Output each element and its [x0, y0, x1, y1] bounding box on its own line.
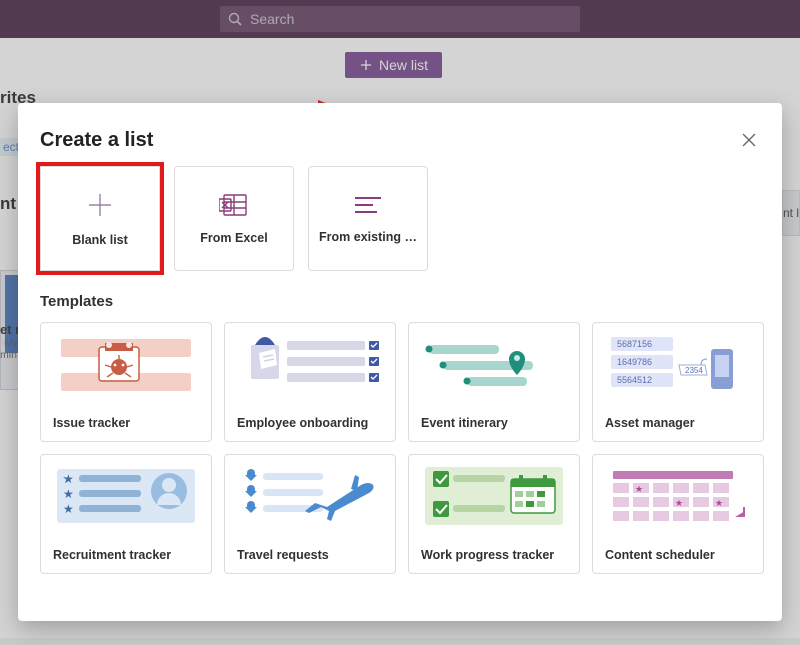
templates-grid: Issue tracker: [40, 322, 760, 574]
template-label: Work progress tracker: [409, 537, 579, 573]
recruitment-icon: ★ ★ ★: [51, 461, 201, 531]
template-event-itinerary[interactable]: Event itinerary: [408, 322, 580, 442]
template-content-scheduler[interactable]: ★ ★ ★ Content scheduler: [592, 454, 764, 574]
template-label: Issue tracker: [41, 405, 211, 441]
template-label: Event itinerary: [409, 405, 579, 441]
asset-manager-icon: 5687156 1649786 5564512 2354: [603, 329, 753, 399]
svg-text:5564512: 5564512: [617, 375, 652, 385]
template-thumb: 5687156 1649786 5564512 2354: [593, 323, 763, 405]
template-thumb: [41, 323, 211, 405]
excel-icon: [219, 193, 249, 217]
option-from-existing[interactable]: From existing …: [308, 166, 428, 271]
template-label: Content scheduler: [593, 537, 763, 573]
template-work-progress[interactable]: Work progress tracker: [408, 454, 580, 574]
svg-text:1649786: 1649786: [617, 357, 652, 367]
onboarding-icon: [235, 329, 385, 399]
scheduler-icon: ★ ★ ★: [603, 461, 753, 531]
modal-title: Create a list: [40, 129, 760, 152]
template-issue-tracker[interactable]: Issue tracker: [40, 322, 212, 442]
template-label: Travel requests: [225, 537, 395, 573]
template-recruitment-tracker[interactable]: ★ ★ ★ Recruitment tracker: [40, 454, 212, 574]
svg-text:2354: 2354: [685, 366, 703, 375]
template-thumb: [409, 323, 579, 405]
template-thumb: [409, 455, 579, 537]
progress-icon: [419, 461, 569, 531]
svg-text:★: ★: [675, 498, 683, 508]
option-existing-label: From existing …: [319, 230, 417, 244]
svg-text:★: ★: [63, 487, 74, 501]
template-label: Recruitment tracker: [41, 537, 211, 573]
svg-text:★: ★: [63, 502, 74, 516]
option-excel-label: From Excel: [200, 231, 267, 245]
travel-icon: [235, 461, 385, 531]
option-blank-label: Blank list: [72, 233, 128, 247]
template-travel-requests[interactable]: Travel requests: [224, 454, 396, 574]
option-from-excel[interactable]: From Excel: [174, 166, 294, 271]
itinerary-icon: [419, 329, 569, 399]
plus-icon: [86, 191, 114, 219]
list-icon: [353, 194, 383, 216]
template-thumb: ★ ★ ★: [593, 455, 763, 537]
option-blank-list[interactable]: Blank list: [40, 166, 160, 271]
svg-text:5687156: 5687156: [617, 339, 652, 349]
svg-text:★: ★: [715, 498, 723, 508]
svg-text:★: ★: [63, 472, 74, 486]
svg-text:★: ★: [635, 484, 643, 494]
close-button[interactable]: [742, 133, 756, 152]
create-list-modal: Create a list Blank list From Excel: [18, 103, 782, 621]
template-thumb: [225, 323, 395, 405]
create-options-row: Blank list From Excel From existing …: [40, 166, 760, 271]
template-label: Asset manager: [593, 405, 763, 441]
template-asset-manager[interactable]: 5687156 1649786 5564512 2354 Asset manag…: [592, 322, 764, 442]
close-icon: [742, 133, 756, 147]
template-label: Employee onboarding: [225, 405, 395, 441]
template-thumb: [225, 455, 395, 537]
template-thumb: ★ ★ ★: [41, 455, 211, 537]
template-employee-onboarding[interactable]: Employee onboarding: [224, 322, 396, 442]
templates-heading: Templates: [40, 293, 760, 310]
issue-tracker-icon: [51, 329, 201, 399]
